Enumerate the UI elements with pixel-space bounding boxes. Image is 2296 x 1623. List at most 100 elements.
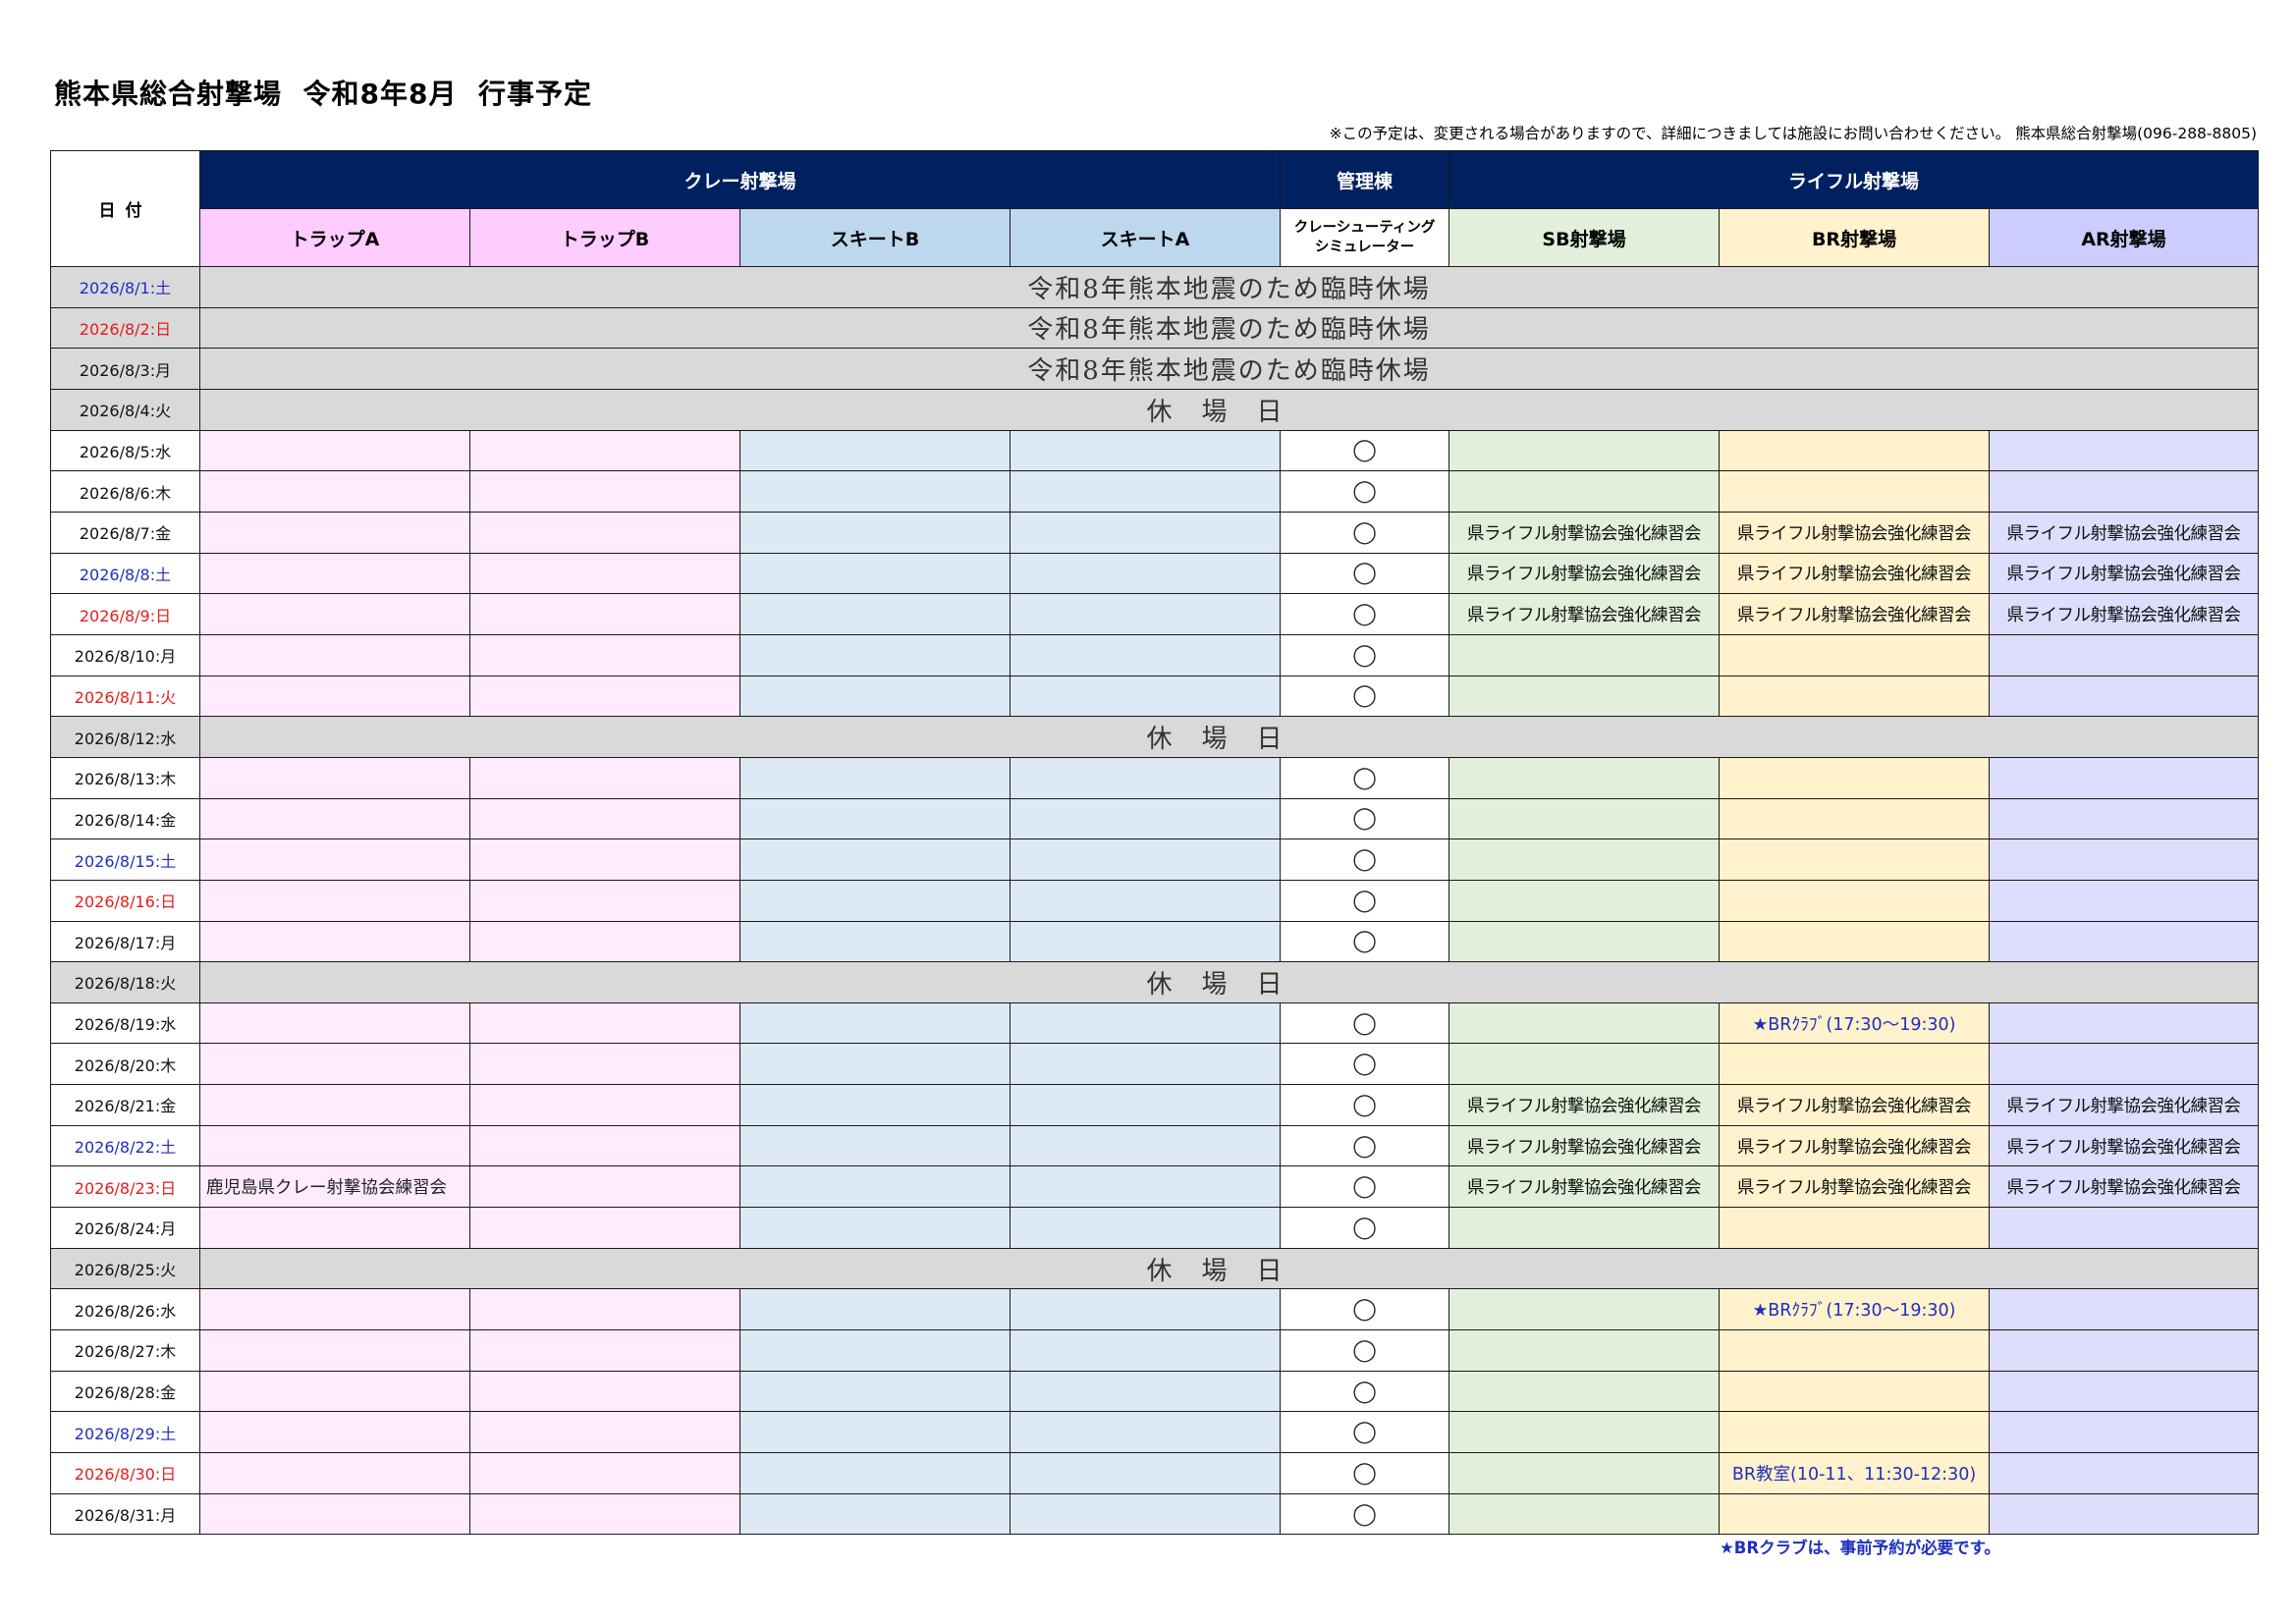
date-cell: 2026/8/4:火	[50, 388, 200, 431]
cell-trap-a	[199, 1043, 470, 1086]
cell-skeet-b	[739, 1165, 1011, 1209]
event-br: 県ライフル射撃協会強化練習会	[1719, 1165, 1991, 1209]
cell-trap-a	[199, 675, 470, 718]
cell-skeet-b	[739, 1370, 1011, 1413]
date-cell: 2026/8/24:月	[50, 1207, 200, 1249]
event-sb: 県ライフル射撃協会強化練習会	[1449, 1124, 1721, 1167]
cell-trap-b	[469, 1492, 740, 1536]
cell-ar	[1989, 675, 2260, 718]
cell-skeet-a	[1009, 879, 1282, 922]
event-br: BR教室(10-11、11:30-12:30)	[1719, 1452, 1991, 1494]
cell-trap-b	[469, 797, 740, 840]
date-cell: 2026/8/2:日	[50, 306, 200, 350]
cell-trap-a	[199, 429, 470, 472]
cell-trap-b	[469, 756, 740, 799]
cell-trap-b	[469, 429, 740, 472]
cell-trap-b	[469, 1124, 740, 1167]
cell-skeet-a	[1009, 1492, 1282, 1536]
cell-sb	[1449, 1492, 1721, 1536]
cell-br	[1719, 839, 1991, 881]
cell-skeet-b	[739, 1043, 1011, 1086]
schedule-row: 2026/8/11:火 ◯	[50, 675, 2260, 718]
cell-trap-b	[469, 1043, 740, 1086]
cell-skeet-b	[739, 797, 1011, 840]
cell-skeet-a	[1009, 1207, 1282, 1249]
date-cell: 2026/8/1:土	[50, 266, 200, 308]
schedule-row: 2026/8/22:土 ◯ 県ライフル射撃協会強化練習会 県ライフル射撃協会強化練習会…	[50, 1124, 2260, 1167]
schedule-row: 2026/8/31:月 ◯	[50, 1492, 2260, 1536]
cell-skeet-a	[1009, 511, 1282, 554]
cell-trap-a	[199, 552, 470, 595]
cell-skeet-b	[739, 1288, 1011, 1331]
cell-trap-b	[469, 1370, 740, 1413]
date-cell: 2026/8/20:木	[50, 1043, 200, 1086]
cell-trap-a	[199, 879, 470, 922]
date-cell: 2026/8/19:水	[50, 1001, 200, 1045]
event-sb: 県ライフル射撃協会強化練習会	[1449, 511, 1721, 554]
cell-sb	[1449, 1207, 1721, 1249]
event-ar: 県ライフル射撃協会強化練習会	[1989, 1165, 2260, 1209]
simulator-open-mark: ◯	[1280, 797, 1450, 840]
cell-ar	[1989, 470, 2260, 513]
column-header-simulator: クレーシューティング シミュレーター	[1280, 208, 1450, 267]
schedule-row: 2026/8/19:水 ◯ ★BRｸﾗﾌﾞ(17:30～19:30)	[50, 1001, 2260, 1045]
page-title: 熊本県総合射撃場 令和8年8月 行事予定	[54, 78, 592, 110]
cell-skeet-a	[1009, 1370, 1282, 1413]
cell-skeet-b	[739, 879, 1011, 922]
closed-day-banner: 休場日	[198, 961, 2260, 1003]
date-cell: 2026/8/18:火	[50, 961, 200, 1003]
date-cell: 2026/8/13:木	[50, 756, 200, 799]
cell-trap-a	[199, 511, 470, 554]
cell-br	[1719, 797, 1991, 840]
cell-sb	[1449, 756, 1721, 799]
date-cell: 2026/8/14:金	[50, 797, 200, 840]
schedule-row: 2026/8/13:木 ◯	[50, 756, 2260, 799]
cell-trap-a	[199, 797, 470, 840]
schedule-row: 2026/8/15:土 ◯	[50, 839, 2260, 881]
cell-skeet-b	[739, 1207, 1011, 1249]
cell-sb	[1449, 1043, 1721, 1086]
date-cell: 2026/8/10:月	[50, 633, 200, 676]
cell-ar	[1989, 1043, 2260, 1086]
cell-skeet-a	[1009, 1411, 1282, 1454]
cell-skeet-b	[739, 756, 1011, 799]
cell-trap-a	[199, 593, 470, 635]
cell-trap-b	[469, 839, 740, 881]
cell-sb	[1449, 797, 1721, 840]
schedule-body: 2026/8/1:土 令和8年熊本地震のため臨時休場 2026/8/2:日 令和8年熊…	[50, 266, 2260, 1536]
schedule-row: 2026/8/21:金 ◯ 県ライフル射撃協会強化練習会 県ライフル射撃協会強化練習会…	[50, 1084, 2260, 1126]
cell-ar	[1989, 1207, 2260, 1249]
event-sb: 県ライフル射撃協会強化練習会	[1449, 593, 1721, 635]
schedule-row: 2026/8/28:金 ◯	[50, 1370, 2260, 1413]
schedule-row: 2026/8/1:土 令和8年熊本地震のため臨時休場	[50, 266, 2260, 308]
event-sb: 県ライフル射撃協会強化練習会	[1449, 552, 1721, 595]
date-cell: 2026/8/23:日	[50, 1165, 200, 1209]
schedule-row: 2026/8/5:水 ◯	[50, 429, 2260, 472]
date-cell: 2026/8/16:日	[50, 879, 200, 922]
cell-skeet-a	[1009, 1165, 1282, 1209]
schedule-row: 2026/8/10:月 ◯	[50, 633, 2260, 676]
cell-br	[1719, 1207, 1991, 1249]
cell-trap-a	[199, 633, 470, 676]
br-club-footnote: ★BRクラブは、事前予約が必要です。	[1720, 1539, 2000, 1557]
column-header-skeet-a: スキートA	[1009, 208, 1282, 267]
cell-trap-a	[199, 1288, 470, 1331]
cell-trap-a	[199, 1452, 470, 1494]
cell-br	[1719, 1370, 1991, 1413]
event-ar: 県ライフル射撃協会強化練習会	[1989, 1124, 2260, 1167]
cell-trap-b	[469, 633, 740, 676]
closed-day-banner: 休場日	[198, 1247, 2260, 1290]
date-cell: 2026/8/26:水	[50, 1288, 200, 1331]
cell-skeet-b	[739, 429, 1011, 472]
column-header-ar: AR射撃場	[1989, 208, 2260, 267]
date-cell: 2026/8/17:月	[50, 920, 200, 963]
date-cell: 2026/8/5:水	[50, 429, 200, 472]
cell-sb	[1449, 1411, 1721, 1454]
cell-skeet-a	[1009, 1043, 1282, 1086]
cell-br	[1719, 470, 1991, 513]
cell-sb	[1449, 1001, 1721, 1045]
schedule-row: 2026/8/30:日 ◯ BR教室(10-11、11:30-12:30)	[50, 1452, 2260, 1494]
cell-trap-a	[199, 920, 470, 963]
simulator-open-mark: ◯	[1280, 429, 1450, 472]
cell-sb	[1449, 1370, 1721, 1413]
